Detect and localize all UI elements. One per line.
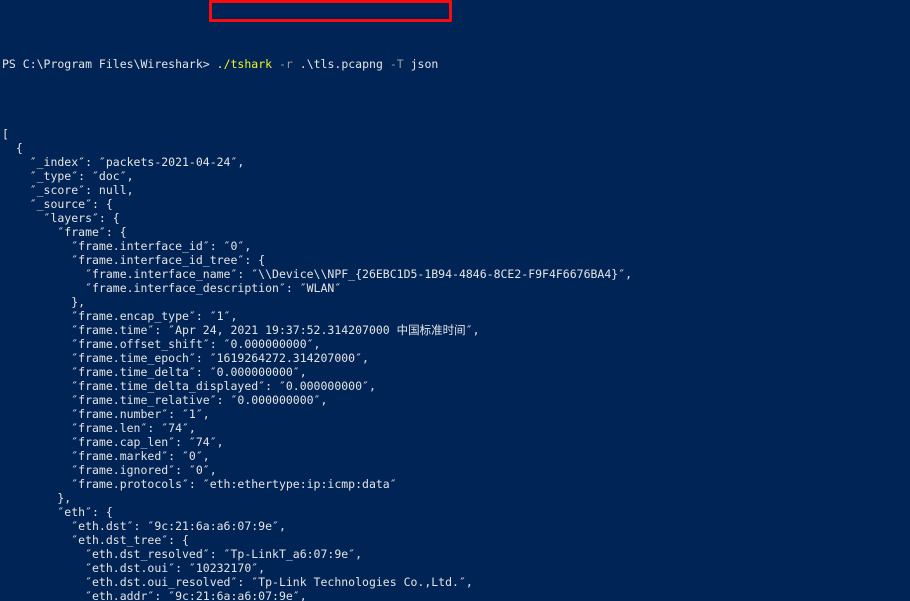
prompt-space-2 <box>272 57 279 71</box>
console-line: ″frame.interface_name″: ″\\Device\\NPF_{… <box>2 267 633 281</box>
console-line: ″eth.dst″: ″9c:21:6a:a6:07:9e″, <box>2 519 286 533</box>
prompt-space-4 <box>383 57 390 71</box>
console-line: ″frame.time_delta″: ″0.000000000″, <box>2 365 307 379</box>
console-line: ″frame.interface_id″: ″0″, <box>2 239 252 253</box>
flag-output-format: -T <box>389 57 404 71</box>
command-name: ./tshark <box>216 57 273 71</box>
prompt-space-5 <box>404 57 411 71</box>
console-line: [ <box>2 127 9 141</box>
console-line: ″eth.addr″: ″9c:21:6a:a6:07:9e″, <box>2 589 307 601</box>
shell-prompt: PS C:\Program Files\Wireshark> <box>2 57 210 71</box>
console-output-area: PS C:\Program Files\Wireshark> ./tshark … <box>2 1 910 601</box>
console-line: ″frame.offset_shift″: ″0.000000000″, <box>2 337 321 351</box>
console-line: ″eth.dst_resolved″: ″Tp-LinkT_a6:07:9e″, <box>2 547 363 561</box>
console-line: ″eth″: { <box>2 505 113 519</box>
console-line: ″eth.dst.oui_resolved″: ″Tp-Link Technol… <box>2 575 473 589</box>
console-line: ″frame.protocols″: ″eth:ethertype:ip:icm… <box>2 477 397 491</box>
console-line: ″frame.marked″: ″0″, <box>2 449 210 463</box>
console-line: ″frame.time_relative″: ″0.000000000″, <box>2 393 328 407</box>
console-line: ″frame.interface_description″: ″WLAN″ <box>2 281 342 295</box>
prompt-space-1 <box>210 57 217 71</box>
console-line: ″eth.dst.oui″: ″10232170″, <box>2 561 266 575</box>
console-line: ″frame.ignored″: ″0″, <box>2 463 217 477</box>
console-line: ″frame″: { <box>2 225 127 239</box>
console-line: ″frame.encap_type″: ″1″, <box>2 309 238 323</box>
console-line: ″_source″: { <box>2 197 113 211</box>
console-line: ″_index″: ″packets-2021-04-24″, <box>2 155 245 169</box>
console-line: ″_type″: ″doc″, <box>2 169 134 183</box>
console-line: ″frame.cap_len″: ″74″, <box>2 435 224 449</box>
format-value-json: json <box>410 57 439 71</box>
prompt-command-line: PS C:\Program Files\Wireshark> ./tshark … <box>2 57 910 71</box>
console-line: ″frame.number″: ″1″, <box>2 407 210 421</box>
flag-read-file: -r <box>278 57 293 71</box>
console-line: ″frame.time″: ″Apr 24, 2021 19:37:52.314… <box>2 323 480 337</box>
console-line: ″eth.dst_tree″: { <box>2 533 189 547</box>
console-line: { <box>2 141 23 155</box>
prompt-space-3 <box>293 57 300 71</box>
console-line: }, <box>2 295 86 309</box>
console-line: ″frame.time_delta_displayed″: ″0.0000000… <box>2 379 376 393</box>
json-output-block: [ { ″_index″: ″packets-2021-04-24″, ″_ty… <box>2 127 910 601</box>
console-line: ″layers″: { <box>2 211 120 225</box>
powershell-terminal-window[interactable]: PS C:\Program Files\Wireshark> ./tshark … <box>0 0 910 601</box>
console-line: ″frame.time_epoch″: ″1619264272.31420700… <box>2 351 369 365</box>
console-line: ″frame.interface_id_tree″: { <box>2 253 266 267</box>
console-line: ″frame.len″: ″74″, <box>2 421 196 435</box>
console-line: ″_score″: null, <box>2 183 134 197</box>
console-line: }, <box>2 491 72 505</box>
input-file-argument: .\tls.pcapng <box>299 57 383 71</box>
